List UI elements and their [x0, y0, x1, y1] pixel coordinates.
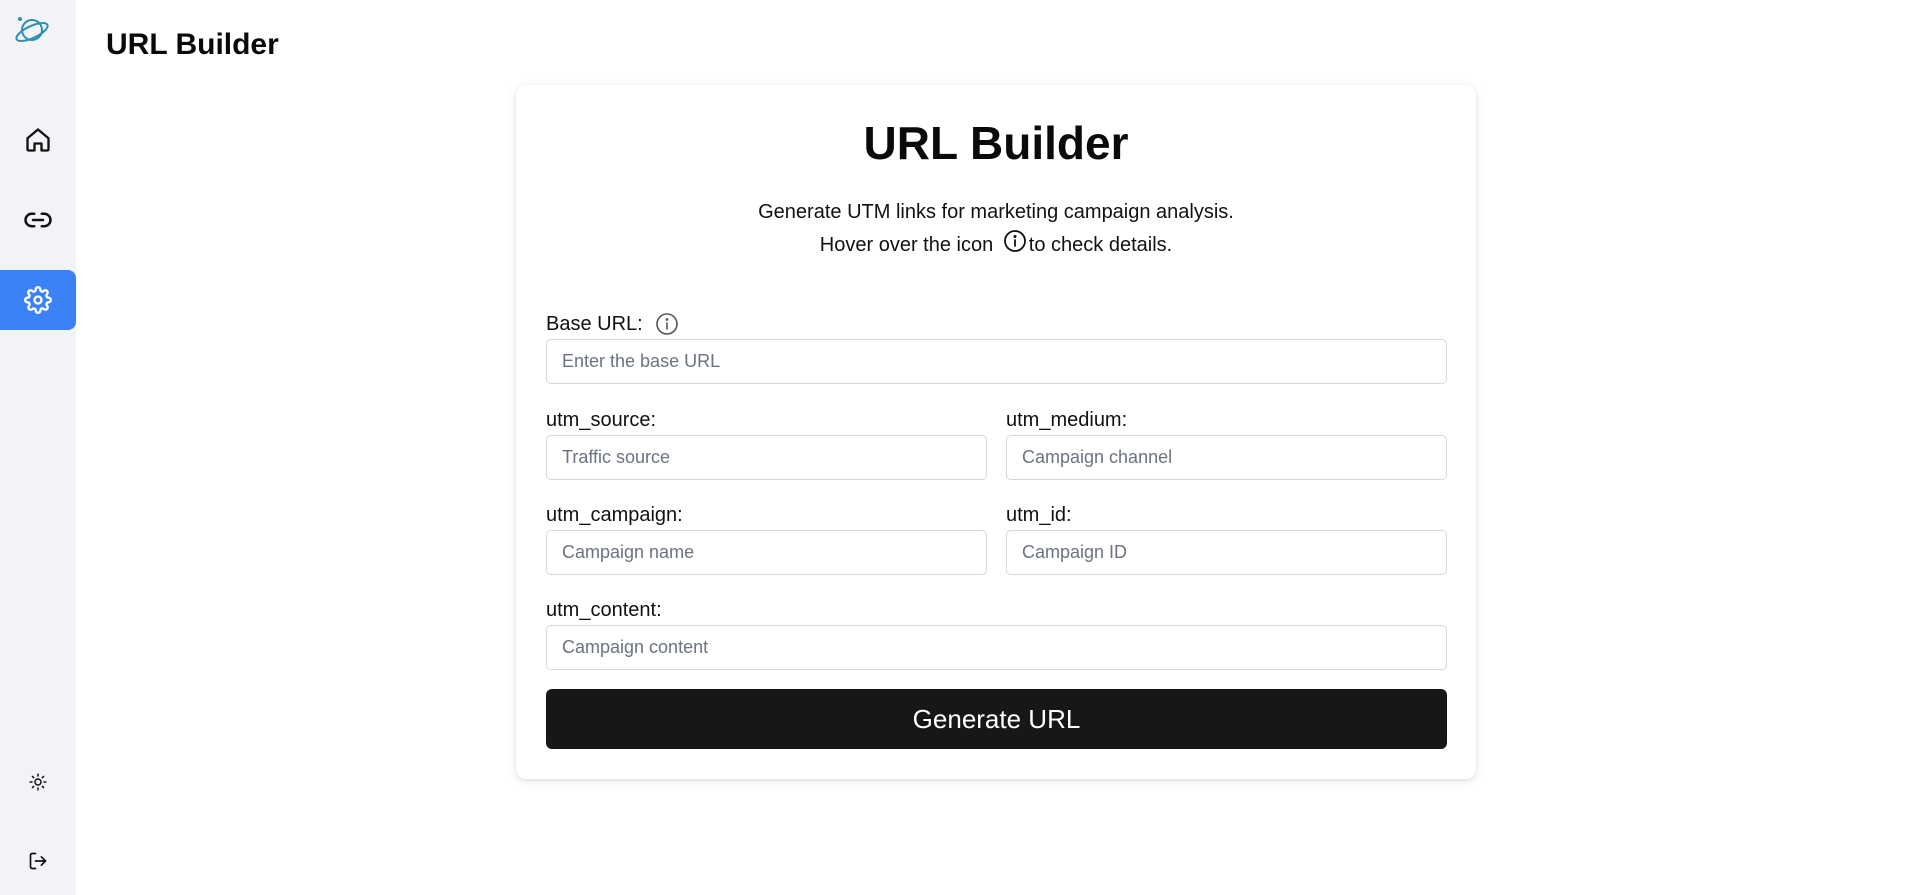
sidebar-item-settings[interactable]	[0, 270, 76, 330]
utm-source-input[interactable]	[546, 435, 987, 480]
theme-toggle-button[interactable]	[0, 762, 76, 806]
logout-button[interactable]	[0, 841, 76, 885]
description-line-2-prefix: Hover over the icon	[819, 234, 999, 256]
utm-medium-input[interactable]	[1006, 435, 1447, 480]
generate-url-button[interactable]: Generate URL	[546, 689, 1447, 749]
base-url-label: Base URL:	[546, 312, 679, 336]
utm-source-label: utm_source:	[546, 409, 657, 431]
page-title: URL Builder	[106, 28, 279, 61]
gear-icon	[24, 286, 52, 314]
url-builder-card: URL Builder Generate UTM links for marke…	[516, 85, 1476, 779]
utm-campaign-input[interactable]	[546, 530, 987, 575]
app: URL Builder URL Builder Generate UTM lin…	[0, 0, 1915, 895]
home-icon	[24, 126, 52, 154]
card-title: URL Builder	[863, 117, 1129, 169]
utm-content-label: utm_content:	[546, 599, 662, 621]
sidebar	[0, 0, 76, 895]
utm-campaign-label: utm_campaign:	[546, 504, 683, 526]
description-line-2-suffix: to check details.	[1028, 234, 1173, 256]
utm-id-label: utm_id:	[1006, 504, 1072, 526]
base-url-label-text: Base URL:	[546, 313, 643, 335]
planet-logo-icon[interactable]	[12, 10, 52, 50]
description-line-1: Generate UTM links for marketing campaig…	[758, 201, 1234, 223]
sidebar-item-links[interactable]	[0, 190, 76, 250]
utm-medium-label: utm_medium:	[1006, 409, 1128, 431]
link-icon	[23, 205, 53, 235]
description-line-2: Hover over the icon to check details.	[516, 229, 1476, 264]
utm-content-input[interactable]	[546, 625, 1447, 670]
utm-id-input[interactable]	[1006, 530, 1447, 575]
sun-icon	[29, 772, 47, 796]
logout-icon	[28, 851, 48, 876]
base-url-input[interactable]	[546, 339, 1447, 384]
info-icon[interactable]	[655, 312, 679, 336]
sidebar-item-home[interactable]	[0, 110, 76, 170]
card-description: Generate UTM links for marketing campaig…	[516, 196, 1476, 264]
info-icon	[1003, 229, 1027, 264]
